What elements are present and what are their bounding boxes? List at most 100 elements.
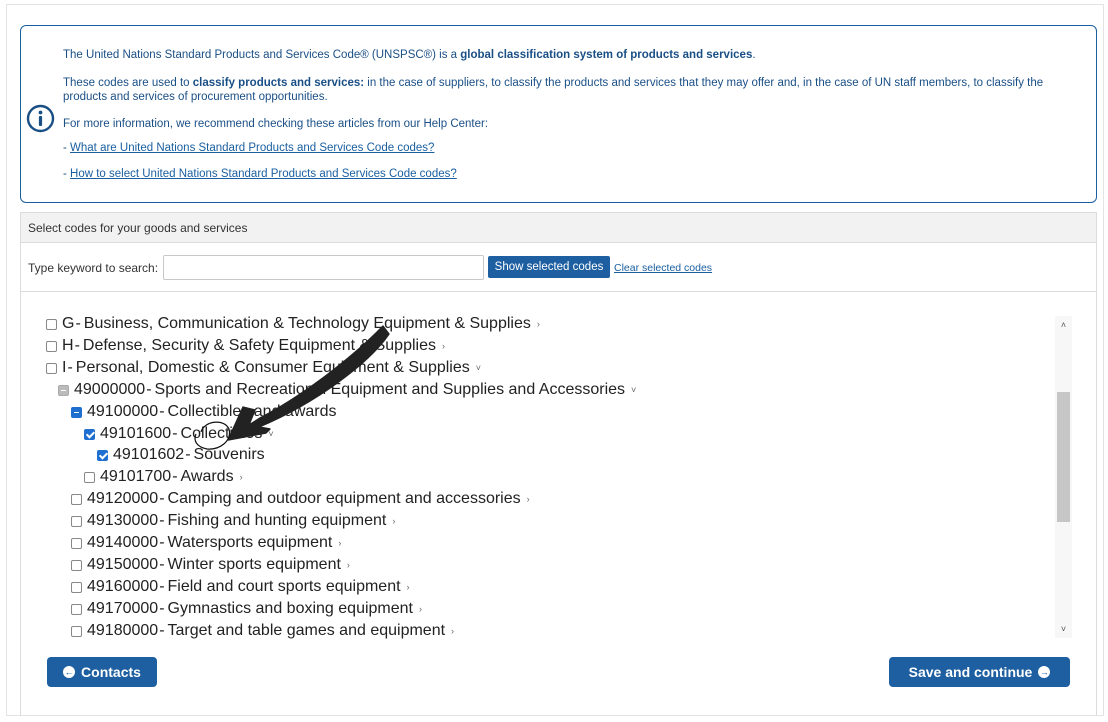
arrow-right-circle-icon: → [1038,666,1051,678]
tree-checkbox[interactable] [71,537,82,549]
chevron-right-icon[interactable]: › [338,538,341,548]
tree-separator: - [159,490,165,507]
tree-code: 49160000 [87,578,159,595]
scroll-up-icon[interactable]: ˄ [1055,318,1072,332]
tree-row-49170000[interactable]: 49170000 - Gymnastics and boxing equipme… [71,600,422,617]
chevron-right-icon[interactable]: › [347,560,350,570]
tree-checkbox[interactable] [71,493,82,505]
help-link-row-1: - What are United Nations Standard Produ… [63,142,435,154]
tree-separator: - [159,556,165,573]
tree-separator: - [172,425,178,442]
tree-row-49101602[interactable]: 49101602 - Souvenirs [97,446,265,463]
tree-row-49120000[interactable]: 49120000 - Camping and outdoor equipment… [71,490,530,507]
chevron-down-icon[interactable]: ˅ [476,363,481,373]
tree-checkbox[interactable] [58,384,69,396]
tree-code: 49101600 [100,425,172,442]
tree-code: 49101602 [113,446,185,463]
tree-row-g[interactable]: G - Business, Communication & Technology… [46,315,540,332]
tree-label: Gymnastics and boxing equipment [167,600,413,617]
chevron-right-icon[interactable]: › [392,516,395,526]
tree-checkbox[interactable] [46,318,57,330]
tree-row-49100000[interactable]: 49100000 - Collectibles and awards [71,403,337,420]
info-line-1: The United Nations Standard Products and… [63,49,756,61]
tree-label: Business, Communication & Technology Equ… [83,315,531,332]
tree-label: Camping and outdoor equipment and access… [167,490,521,507]
tree-separator: - [159,622,165,639]
tree-row-h[interactable]: H - Defense, Security & Safety Equipment… [46,337,445,354]
info-icon [26,104,55,133]
tree-code: G [62,315,75,332]
save-button-label: Save and continue [908,664,1033,680]
chevron-down-icon[interactable]: ˅ [631,385,636,395]
tree-separator: - [159,600,165,617]
tree-code: 49120000 [87,490,159,507]
tree-label: Sports and Recreational Equipment and Su… [154,381,626,398]
save-and-continue-button[interactable]: Save and continue → [889,657,1070,687]
tree-checkbox[interactable] [71,406,82,418]
tree-code: 49150000 [87,556,159,573]
tree-code: 49101700 [100,468,172,485]
chevron-down-icon[interactable]: ˅ [268,429,273,439]
tree-label: Awards [180,468,234,485]
chevron-right-icon[interactable]: › [407,582,410,592]
tree-separator: - [67,359,73,376]
tree-label: Target and table games and equipment [167,622,446,639]
tree-code: 49170000 [87,600,159,617]
tree-row-49150000[interactable]: 49150000 - Winter sports equipment › [71,556,350,573]
help-link-row-2: - How to select United Nations Standard … [63,168,457,180]
tree-row-49180000[interactable]: 49180000 - Target and table games and eq… [71,622,454,639]
tree-label: Collectibles [180,425,263,442]
tree-separator: - [185,446,191,463]
tree-checkbox[interactable] [71,559,82,571]
tree-label: Watersports equipment [167,534,333,551]
contacts-back-button[interactable]: ← Contacts [47,657,157,687]
tree-row-49160000[interactable]: 49160000 - Field and court sports equipm… [71,578,410,595]
tree-label: Personal, Domestic & Consumer Equipment … [75,359,470,376]
tree-checkbox[interactable] [71,625,82,637]
tree-checkbox[interactable] [84,428,95,440]
tree-label: Winter sports equipment [167,556,341,573]
chevron-right-icon[interactable]: › [527,494,530,504]
tree-label: Fishing and hunting equipment [167,512,387,529]
help-link-how-to-select[interactable]: How to select United Nations Standard Pr… [70,168,457,180]
tree-row-49101600[interactable]: 49101600 - Collectibles ˅ [84,425,274,442]
tree-checkbox[interactable] [46,362,57,374]
tree-separator: - [159,578,165,595]
tree-row-49130000[interactable]: 49130000 - Fishing and hunting equipment… [71,512,395,529]
keyword-search-input[interactable] [163,255,484,280]
tree-separator: - [146,381,152,398]
search-label: Type keyword to search: [28,261,159,275]
tree-code: 49000000 [74,381,146,398]
chevron-right-icon[interactable]: › [240,472,243,482]
tree-row-49000000[interactable]: 49000000 - Sports and Recreational Equip… [58,381,636,398]
tree-separator: - [159,512,165,529]
chevron-right-icon[interactable]: › [451,626,454,636]
tree-label: Souvenirs [193,446,265,463]
tree-row-49101700[interactable]: 49101700 - Awards › [84,468,243,485]
tree-scrollbar[interactable]: ˄ ˅ [1055,316,1072,638]
chevron-right-icon[interactable]: › [537,319,540,329]
tree-separator: - [172,468,178,485]
chevron-right-icon[interactable]: › [419,604,422,614]
scroll-thumb[interactable] [1057,392,1070,522]
help-link-what-are-codes[interactable]: What are United Nations Standard Product… [70,142,434,154]
clear-selected-codes-link[interactable]: Clear selected codes [614,262,712,274]
scroll-down-icon[interactable]: ˅ [1055,622,1072,636]
contacts-button-label: Contacts [81,664,141,680]
search-row: Type keyword to search: Show selected co… [21,243,1096,293]
tree-checkbox[interactable] [97,449,108,461]
tree-code: H [62,337,74,354]
tree-row-i[interactable]: I - Personal, Domestic & Consumer Equipm… [46,359,481,376]
chevron-right-icon[interactable]: › [442,341,445,351]
panel-title: Select codes for your goods and services [21,213,1096,243]
tree-row-49140000[interactable]: 49140000 - Watersports equipment › [71,534,341,551]
show-selected-codes-button[interactable]: Show selected codes [488,256,610,278]
tree-checkbox[interactable] [46,340,57,352]
tree-checkbox[interactable] [71,603,82,615]
tree-checkbox[interactable] [71,515,82,527]
tree-checkbox[interactable] [71,581,82,593]
tree-label: Field and court sports equipment [167,578,401,595]
info-line-3: For more information, we recommend check… [63,118,489,130]
tree-checkbox[interactable] [84,471,95,483]
tree-separator: - [159,403,165,420]
